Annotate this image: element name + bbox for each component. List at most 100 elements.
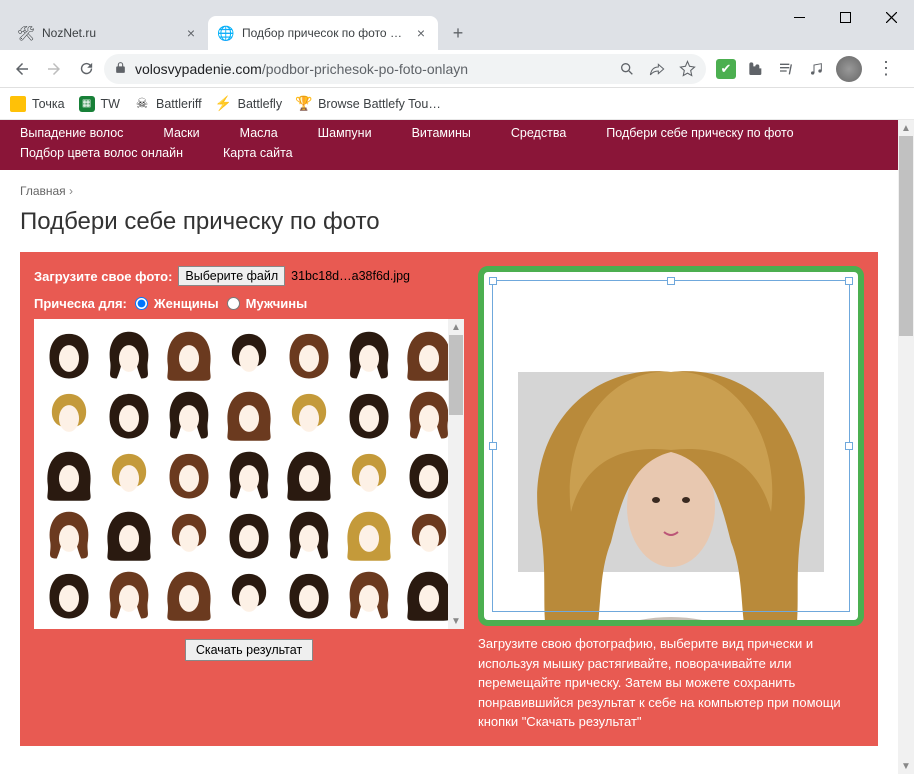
chrome-menu-button[interactable]: ⋮ — [872, 58, 900, 79]
nav-link[interactable]: Масла — [240, 126, 278, 140]
hairstyle-thumb[interactable] — [40, 565, 98, 623]
hairstyle-thumb[interactable] — [220, 325, 278, 383]
music-icon[interactable] — [806, 59, 826, 79]
preview-canvas[interactable] — [478, 266, 864, 626]
nav-link[interactable]: Маски — [163, 126, 199, 140]
bookmark-battlefy[interactable]: 🏆 Browse Battlefy Tou… — [296, 96, 441, 112]
controls-column: Загрузите свое фото: Выберите файл 31bc1… — [34, 266, 464, 661]
reload-button[interactable] — [72, 55, 100, 83]
search-icon[interactable] — [618, 60, 636, 78]
hairstyle-thumb[interactable] — [280, 505, 338, 563]
hairstyle-thumb[interactable] — [160, 505, 218, 563]
nav-link[interactable]: Средства — [511, 126, 566, 140]
bookmark-tochka[interactable]: Точка — [10, 96, 65, 112]
hairstyle-thumb[interactable] — [100, 445, 158, 503]
hairstyle-thumb[interactable] — [100, 325, 158, 383]
address-bar[interactable]: volosvypadenie.com/podbor-prichesok-po-f… — [104, 54, 706, 84]
hairstyle-thumb[interactable] — [160, 445, 218, 503]
bookmark-star-icon[interactable] — [678, 60, 696, 78]
nav-link[interactable]: Шампуни — [318, 126, 372, 140]
gender-male-label: Мужчины — [246, 296, 308, 311]
preview-column: Загрузите свою фотографию, выберите вид … — [478, 266, 864, 732]
adblock-icon[interactable]: ✔ — [716, 59, 736, 79]
tab-hairstyle[interactable]: 🌐 Подбор причесок по фото онла × — [208, 16, 438, 50]
choose-file-button[interactable]: Выберите файл — [178, 266, 285, 286]
page-title: Подбери себе прическу по фото — [20, 208, 878, 236]
breadcrumb-home[interactable]: Главная — [20, 184, 66, 198]
new-tab-button[interactable]: + — [444, 19, 472, 47]
bookmark-label: Точка — [32, 97, 65, 111]
hairstyle-thumb[interactable] — [40, 325, 98, 383]
bookmark-battlefly[interactable]: ⚡ Battlefly — [216, 96, 282, 112]
nav-link[interactable]: Подбери себе прическу по фото — [606, 126, 793, 140]
scroll-down-button[interactable]: ▼ — [898, 758, 914, 774]
breadcrumb: Главная › — [20, 184, 878, 198]
bookmark-battleriff[interactable]: ☠ Battleriff — [134, 96, 202, 112]
hairstyle-thumb[interactable] — [220, 385, 278, 443]
bookmark-label: Battlefly — [238, 97, 282, 111]
tab-strip: 🛠 NozNet.ru × 🌐 Подбор причесок по фото … — [0, 0, 472, 50]
hairstyle-thumb[interactable] — [40, 505, 98, 563]
hairstyle-thumb[interactable] — [340, 325, 398, 383]
nav-link[interactable]: Карта сайта — [223, 146, 293, 160]
upload-row: Загрузите свое фото: Выберите файл 31bc1… — [34, 266, 464, 286]
gender-radio-female[interactable] — [135, 297, 148, 310]
hairstyle-thumb[interactable] — [280, 385, 338, 443]
extension-icons: ✔ ⋮ — [710, 56, 906, 82]
hairstyle-thumb[interactable] — [220, 565, 278, 623]
reading-list-icon[interactable] — [776, 59, 796, 79]
scroll-down-button[interactable]: ▼ — [448, 613, 464, 629]
lock-icon — [114, 61, 127, 77]
maximize-button[interactable] — [822, 0, 868, 34]
resize-handle-e[interactable] — [845, 442, 853, 450]
hairstyle-thumb[interactable] — [220, 505, 278, 563]
hairstyle-thumb[interactable] — [160, 565, 218, 623]
scroll-up-button[interactable]: ▲ — [898, 120, 914, 136]
scroll-up-button[interactable]: ▲ — [448, 319, 464, 335]
resize-handle-ne[interactable] — [845, 277, 853, 285]
hairstyle-thumb[interactable] — [160, 385, 218, 443]
nav-link[interactable]: Витамины — [412, 126, 471, 140]
minimize-button[interactable] — [776, 0, 822, 34]
gender-radio-male[interactable] — [227, 297, 240, 310]
scroll-thumb[interactable] — [899, 136, 913, 336]
tools-icon: 🛠 — [18, 25, 34, 41]
share-icon[interactable] — [648, 60, 666, 78]
forward-button[interactable] — [40, 55, 68, 83]
scroll-thumb[interactable] — [449, 335, 463, 415]
nav-link[interactable]: Выпадение волос — [20, 126, 123, 140]
profile-avatar[interactable] — [836, 56, 862, 82]
gender-label: Прическа для: — [34, 296, 127, 311]
hairstyle-thumb[interactable] — [340, 445, 398, 503]
bookmark-label: TW — [101, 97, 120, 111]
tab-noznet[interactable]: 🛠 NozNet.ru × — [8, 16, 208, 50]
hairstyle-thumb[interactable] — [40, 445, 98, 503]
hairstyle-thumb[interactable] — [100, 385, 158, 443]
hairstyle-thumb[interactable] — [280, 565, 338, 623]
hairstyle-gallery: ▲ ▼ — [34, 319, 464, 629]
hairstyle-thumb[interactable] — [280, 325, 338, 383]
breadcrumb-sep: › — [69, 184, 73, 198]
hairstyle-thumb[interactable] — [160, 325, 218, 383]
nav-link[interactable]: Подбор цвета волос онлайн — [20, 146, 183, 160]
bookmark-tw[interactable]: ▦ TW — [79, 96, 120, 112]
back-button[interactable] — [8, 55, 36, 83]
hairstyle-thumb[interactable] — [280, 445, 338, 503]
download-button[interactable]: Скачать результат — [185, 639, 313, 661]
resize-handle-n[interactable] — [667, 277, 675, 285]
close-window-button[interactable] — [868, 0, 914, 34]
hairstyle-thumb[interactable] — [100, 565, 158, 623]
resize-handle-nw[interactable] — [489, 277, 497, 285]
hairstyle-thumb[interactable] — [340, 565, 398, 623]
resize-handle-w[interactable] — [489, 442, 497, 450]
hairstyle-thumb[interactable] — [100, 505, 158, 563]
page-viewport: Выпадение волос Маски Масла Шампуни Вита… — [0, 120, 914, 774]
close-icon[interactable]: × — [184, 26, 198, 40]
close-icon[interactable]: × — [414, 26, 428, 40]
hairstyle-thumb[interactable] — [340, 385, 398, 443]
extension-icon[interactable] — [746, 59, 766, 79]
hairstyle-thumb[interactable] — [40, 385, 98, 443]
selection-outline[interactable] — [492, 280, 850, 612]
hairstyle-thumb[interactable] — [340, 505, 398, 563]
hairstyle-thumb[interactable] — [220, 445, 278, 503]
